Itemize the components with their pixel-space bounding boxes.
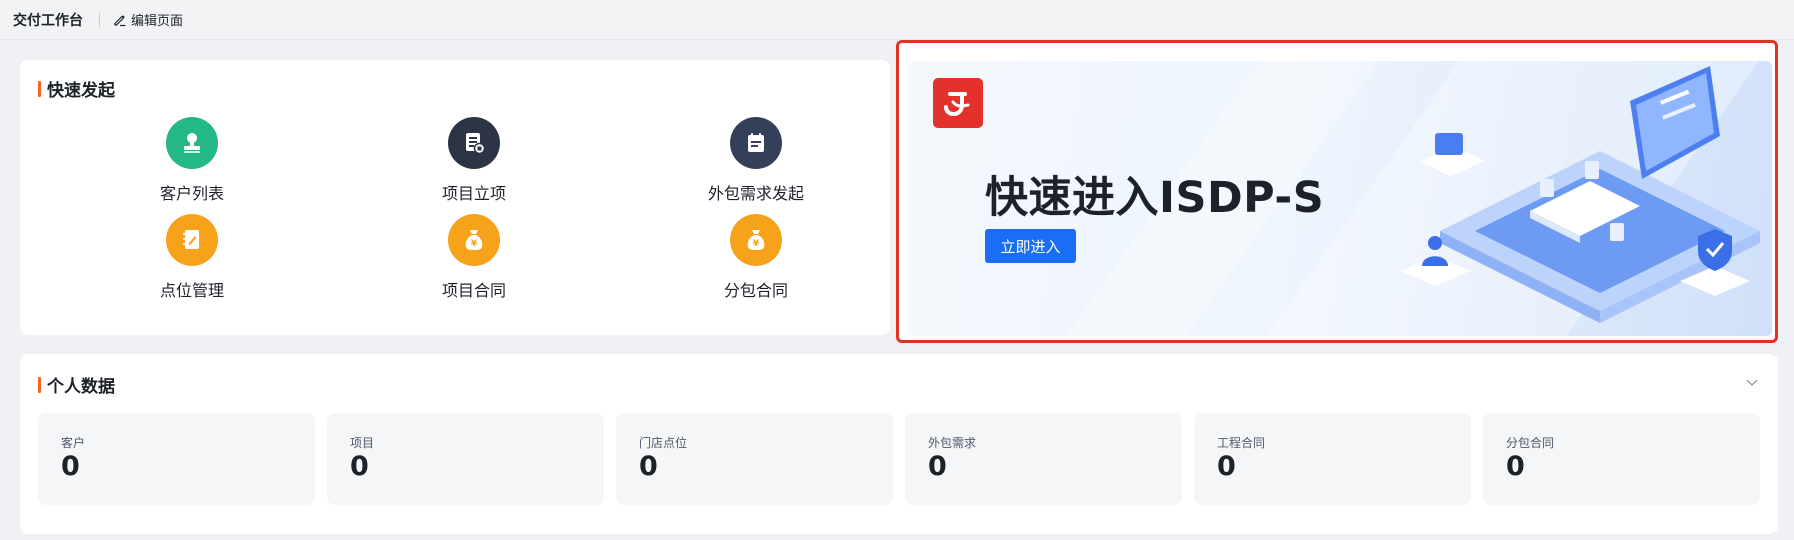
location-management-icon <box>166 214 218 266</box>
quick-item-project-contract[interactable]: ¥ 项目合同 <box>394 214 554 304</box>
title-accent-bar <box>38 376 41 393</box>
stat-value: 0 <box>1217 451 1236 482</box>
divider <box>99 12 100 27</box>
stat-value: 0 <box>639 451 658 482</box>
customer-icon <box>166 117 218 169</box>
stat-value: 0 <box>61 451 80 482</box>
stat-label: 门店点位 <box>639 436 688 450</box>
personal-data-title-text: 个人数据 <box>47 377 115 397</box>
quick-item-outsource-request[interactable]: 外包需求发起 <box>676 117 836 207</box>
personal-data-card: 个人数据 客户 0 项目 0 门店点位 0 外包需求 0 工程合同 0 分包合同… <box>20 354 1778 534</box>
quick-item-location-management[interactable]: 点位管理 <box>112 214 272 304</box>
edit-icon <box>114 14 126 26</box>
quick-item-customer-list[interactable]: 客户列表 <box>112 117 272 207</box>
stat-card-subcontracts: 分包合同 0 <box>1483 413 1760 505</box>
top-bar: 交付工作台 编辑页面 <box>0 0 1794 40</box>
stat-label: 客户 <box>61 436 86 450</box>
outsource-request-icon <box>730 117 782 169</box>
money-bag-icon: ¥ <box>448 214 500 266</box>
stat-label: 工程合同 <box>1217 436 1266 450</box>
title-accent-bar <box>38 80 41 97</box>
edit-page-label: 编辑页面 <box>131 14 184 29</box>
quick-item-label: 外包需求发起 <box>707 184 804 203</box>
edit-page-button[interactable]: 编辑页面 <box>113 10 183 29</box>
isdp-logo <box>933 78 983 128</box>
stat-card-engineering-contracts: 工程合同 0 <box>1194 413 1471 505</box>
page-title: 交付工作台 <box>13 12 83 29</box>
chevron-down-icon[interactable] <box>1746 376 1758 388</box>
quick-item-label: 客户列表 <box>159 184 224 203</box>
stat-card-outsource-requests: 外包需求 0 <box>905 413 1182 505</box>
stat-label: 项目 <box>350 436 375 450</box>
quick-start-title: 快速发起 <box>38 76 115 101</box>
quick-item-label: 分包合同 <box>723 281 788 300</box>
enter-now-button[interactable]: 立即进入 <box>985 229 1076 263</box>
isdp-banner[interactable]: 快速进入ISDP-S 立即进入 <box>910 61 1772 336</box>
money-bag-icon: ¥ <box>730 214 782 266</box>
stat-card-projects: 项目 0 <box>327 413 604 505</box>
stat-value: 0 <box>928 451 947 482</box>
stat-card-customers: 客户 0 <box>38 413 315 505</box>
stat-value: 0 <box>1506 451 1525 482</box>
quick-item-label: 点位管理 <box>159 281 224 300</box>
banner-headline: 快速进入ISDP-S <box>985 173 1325 223</box>
stat-label: 外包需求 <box>928 436 977 450</box>
quick-start-title-text: 快速发起 <box>47 81 115 101</box>
banner-highlight-frame: 快速进入ISDP-S 立即进入 <box>896 40 1778 343</box>
quick-item-project-setup[interactable]: 项目立项 <box>394 117 554 207</box>
stat-label: 分包合同 <box>1506 436 1555 450</box>
quick-start-card: 快速发起 客户列表 项目立项 外包需求发起 点位管理 ¥ 项目合同 ¥ 分包合同 <box>20 60 890 335</box>
quick-item-label: 项目立项 <box>441 184 506 203</box>
svg-text:¥: ¥ <box>753 239 760 249</box>
project-setup-icon <box>448 117 500 169</box>
svg-text:¥: ¥ <box>471 239 478 249</box>
quick-item-label: 项目合同 <box>441 281 506 300</box>
isometric-illustration <box>1400 66 1760 323</box>
quick-item-subcontract[interactable]: ¥ 分包合同 <box>676 214 836 304</box>
stat-card-store-locations: 门店点位 0 <box>616 413 893 505</box>
stat-value: 0 <box>350 451 369 482</box>
personal-data-title: 个人数据 <box>38 372 115 397</box>
